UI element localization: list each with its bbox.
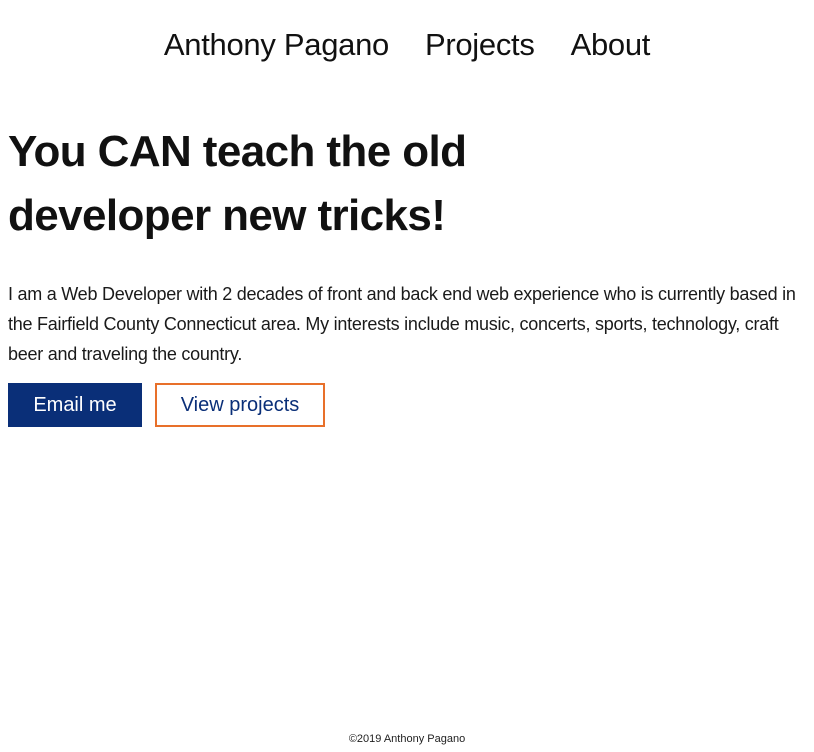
email-me-button[interactable]: Email me	[8, 383, 142, 427]
footer-copyright: ©2019 Anthony Pagano	[348, 733, 466, 745]
main-nav: Anthony Pagano Projects About	[0, 24, 814, 66]
nav-projects-link[interactable]: Projects	[425, 24, 535, 66]
nav-about-link[interactable]: About	[571, 24, 651, 66]
intro-text: I am a Web Developer with 2 decades of f…	[8, 284, 796, 364]
view-projects-button[interactable]: View projects	[155, 383, 325, 427]
hero-title: You CAN teach the old developer new tric…	[8, 127, 467, 240]
hero-actions: Email me View projects	[8, 383, 325, 427]
nav-brand-link[interactable]: Anthony Pagano	[164, 24, 389, 66]
